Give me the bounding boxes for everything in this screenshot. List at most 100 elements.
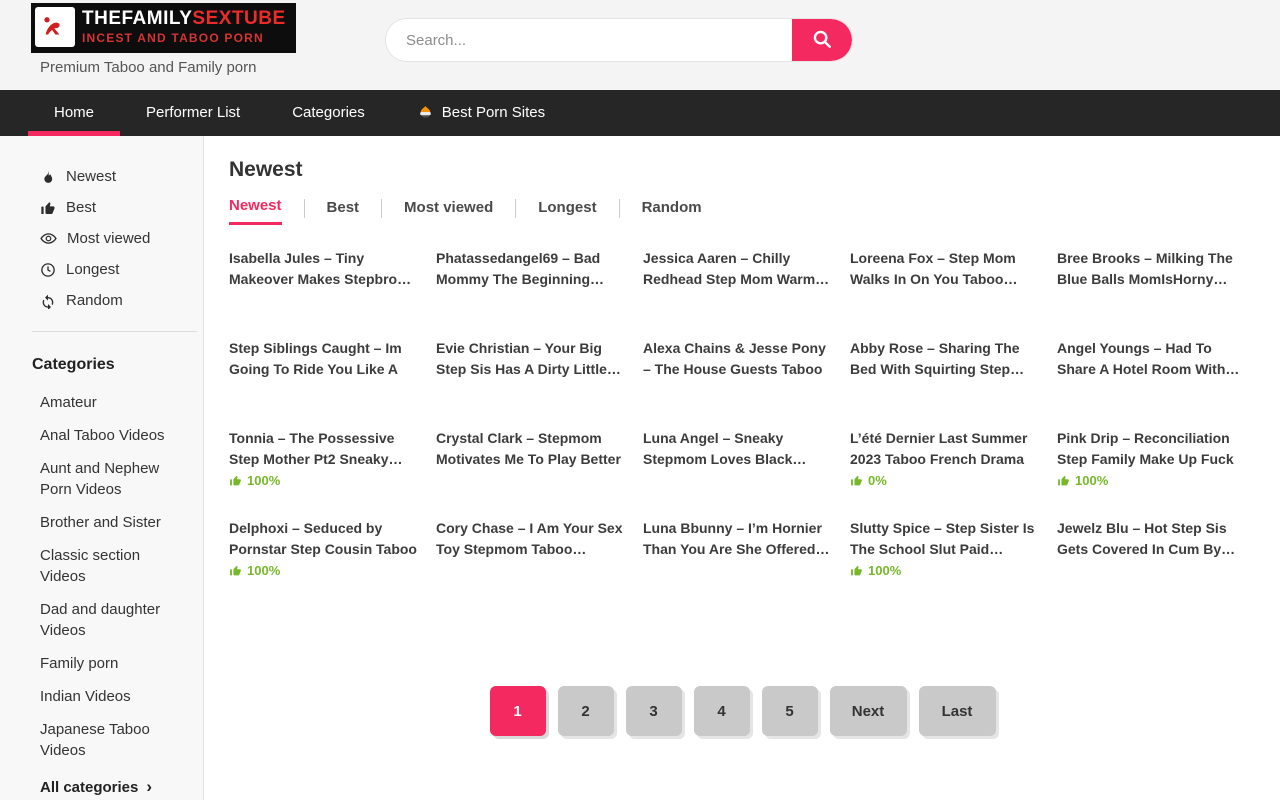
sidebar-category-amateur[interactable]: Amateur [40,392,178,413]
video-rating: 0% [850,473,1040,488]
all-categories-link[interactable]: All categories › [40,777,203,797]
sidebar-sort-random[interactable]: Random [40,292,203,309]
video-title-link[interactable]: Bree Brooks – Milking The Blue Balls Mom… [1057,248,1247,290]
rating-percent: 100% [868,563,901,578]
nav-item-best-porn-sites[interactable]: Best Porn Sites [391,90,571,136]
video-title-link[interactable]: Evie Christian – Your Big Step Sis Has A… [436,338,626,380]
chevron-right-icon: › [146,777,152,797]
video-title-link[interactable]: Pink Drip – Reconciliation Step Family M… [1057,428,1247,470]
pagination: 12345NextLast [229,686,1256,736]
video-title-link[interactable]: Delphoxi – Seduced by Pornstar Step Cous… [229,518,419,560]
page-button-last[interactable]: Last [919,686,996,736]
sidebar-sort-best[interactable]: Best [40,199,203,216]
page-button-4[interactable]: 4 [694,686,750,736]
search-button[interactable] [792,19,852,61]
video-title-link[interactable]: Abby Rose – Sharing The Bed With Squirti… [850,338,1040,380]
page-title: Newest [229,158,1256,182]
video-title-link[interactable]: Step Siblings Caught – Im Going To Ride … [229,338,419,380]
video-rating: 100% [1057,473,1247,488]
tab-random[interactable]: Random [620,199,724,224]
video-title-link[interactable]: Cory Chase – I Am Your Sex Toy Stepmom T… [436,518,626,560]
tab-most-viewed[interactable]: Most viewed [382,199,515,224]
sidebar-sort-label: Random [66,292,123,309]
tab-newest[interactable]: Newest [229,197,304,225]
rating-percent: 0% [868,473,887,488]
thumb-icon [40,200,56,216]
tab-label: Random [642,199,702,224]
video-title-link[interactable]: Isabella Jules – Tiny Makeover Makes Ste… [229,248,419,290]
rating-percent: 100% [247,563,280,578]
video-card: Angel Youngs – Had To Share A Hotel Room… [1057,338,1247,428]
video-card: Bree Brooks – Milking The Blue Balls Mom… [1057,248,1247,338]
thumb-up-icon [229,564,242,577]
search-form [385,18,853,62]
video-title-link[interactable]: Slutty Spice – Step Sister Is The School… [850,518,1040,560]
sidebar-category-anal-taboo-videos[interactable]: Anal Taboo Videos [40,425,178,446]
sidebar: NewestBestMost viewedLongestRandom Categ… [0,136,204,800]
nav-item-label: Home [54,90,94,136]
nav-item-categories[interactable]: Categories [266,90,391,136]
tab-label: Longest [538,199,596,224]
video-card: Alexa Chains & Jesse Pony – The House Gu… [643,338,833,428]
sidebar-sort-label: Most viewed [67,230,150,247]
flame-face-icon [417,105,434,122]
video-title-link[interactable]: Jewelz Blu – Hot Step Sis Gets Covered I… [1057,518,1247,560]
tab-label: Most viewed [404,199,493,224]
video-title-link[interactable]: Alexa Chains & Jesse Pony – The House Gu… [643,338,833,380]
video-rating: 100% [229,473,419,488]
site-logo[interactable]: THEFAMILYSEXTUBE INCEST AND TABOO PORN [31,3,296,53]
nav-item-label: Best Porn Sites [442,90,545,136]
page-button-3[interactable]: 3 [626,686,682,736]
video-title-link[interactable]: Luna Angel – Sneaky Stepmom Loves Black … [643,428,833,470]
nav-item-label: Categories [292,90,365,136]
video-title-link[interactable]: Crystal Clark – Stepmom Motivates Me To … [436,428,626,470]
page-button-next[interactable]: Next [830,686,907,736]
video-card: Crystal Clark – Stepmom Motivates Me To … [436,428,626,518]
video-card: Loreena Fox – Step Mom Walks In On You T… [850,248,1040,338]
sidebar-category-indian-videos[interactable]: Indian Videos [40,686,178,707]
search-input[interactable] [386,19,792,61]
video-card: Luna Angel – Sneaky Stepmom Loves Black … [643,428,833,518]
site-header: THEFAMILYSEXTUBE INCEST AND TABOO PORN P… [0,0,1280,90]
rating-percent: 100% [247,473,280,488]
sidebar-category-japanese-taboo-videos[interactable]: Japanese Taboo Videos [40,719,178,761]
video-grid: Isabella Jules – Tiny Makeover Makes Ste… [229,248,1256,608]
sort-tabs: NewestBest Most viewed Longest Random [229,197,1256,225]
video-card: Isabella Jules – Tiny Makeover Makes Ste… [229,248,419,338]
video-title-link[interactable]: Phatassedangel69 – Bad Mommy The Beginni… [436,248,626,290]
sidebar-category-classic-section-videos[interactable]: Classic section Videos [40,545,178,587]
video-title-link[interactable]: L’été Dernier Last Summer 2023 Taboo Fre… [850,428,1040,470]
nav-item-home[interactable]: Home [28,90,120,136]
video-title-link[interactable]: Angel Youngs – Had To Share A Hotel Room… [1057,338,1247,380]
sidebar-sort-most-viewed[interactable]: Most viewed [40,230,203,247]
video-rating: 100% [850,563,1040,578]
clock-icon [40,262,56,278]
video-card: Cory Chase – I Am Your Sex Toy Stepmom T… [436,518,626,608]
thumb-up-icon [850,564,863,577]
search-icon [811,28,833,53]
video-title-link[interactable]: Jessica Aaren – Chilly Redhead Step Mom … [643,248,833,290]
tab-best[interactable]: Best [305,199,382,224]
page-button-1[interactable]: 1 [490,686,546,736]
page-button-5[interactable]: 5 [762,686,818,736]
video-rating: 100% [229,563,419,578]
sidebar-category-aunt-and-nephew-porn-videos[interactable]: Aunt and Nephew Porn Videos [40,458,178,500]
video-card: Evie Christian – Your Big Step Sis Has A… [436,338,626,428]
video-title-link[interactable]: Loreena Fox – Step Mom Walks In On You T… [850,248,1040,290]
sidebar-category-brother-and-sister[interactable]: Brother and Sister [40,512,178,533]
video-title-link[interactable]: Luna Bbunny – I’m Hornier Than You Are S… [643,518,833,560]
sidebar-category-dad-and-daughter-videos[interactable]: Dad and daughter Videos [40,599,178,641]
refresh-icon [40,293,56,309]
flame-icon [40,169,56,185]
sidebar-sort-label: Longest [66,261,119,278]
tab-longest[interactable]: Longest [516,199,618,224]
sidebar-sort-longest[interactable]: Longest [40,261,203,278]
video-title-link[interactable]: Tonnia – The Possessive Step Mother Pt2 … [229,428,419,470]
site-tagline: Premium Taboo and Family porn [40,59,257,76]
eye-icon [40,230,57,247]
main-nav: Home Performer List Categories Best Porn Si… [0,90,1280,136]
sidebar-category-family-porn[interactable]: Family porn [40,653,178,674]
page-button-2[interactable]: 2 [558,686,614,736]
nav-item-performer-list[interactable]: Performer List [120,90,266,136]
sidebar-sort-newest[interactable]: Newest [40,168,203,185]
